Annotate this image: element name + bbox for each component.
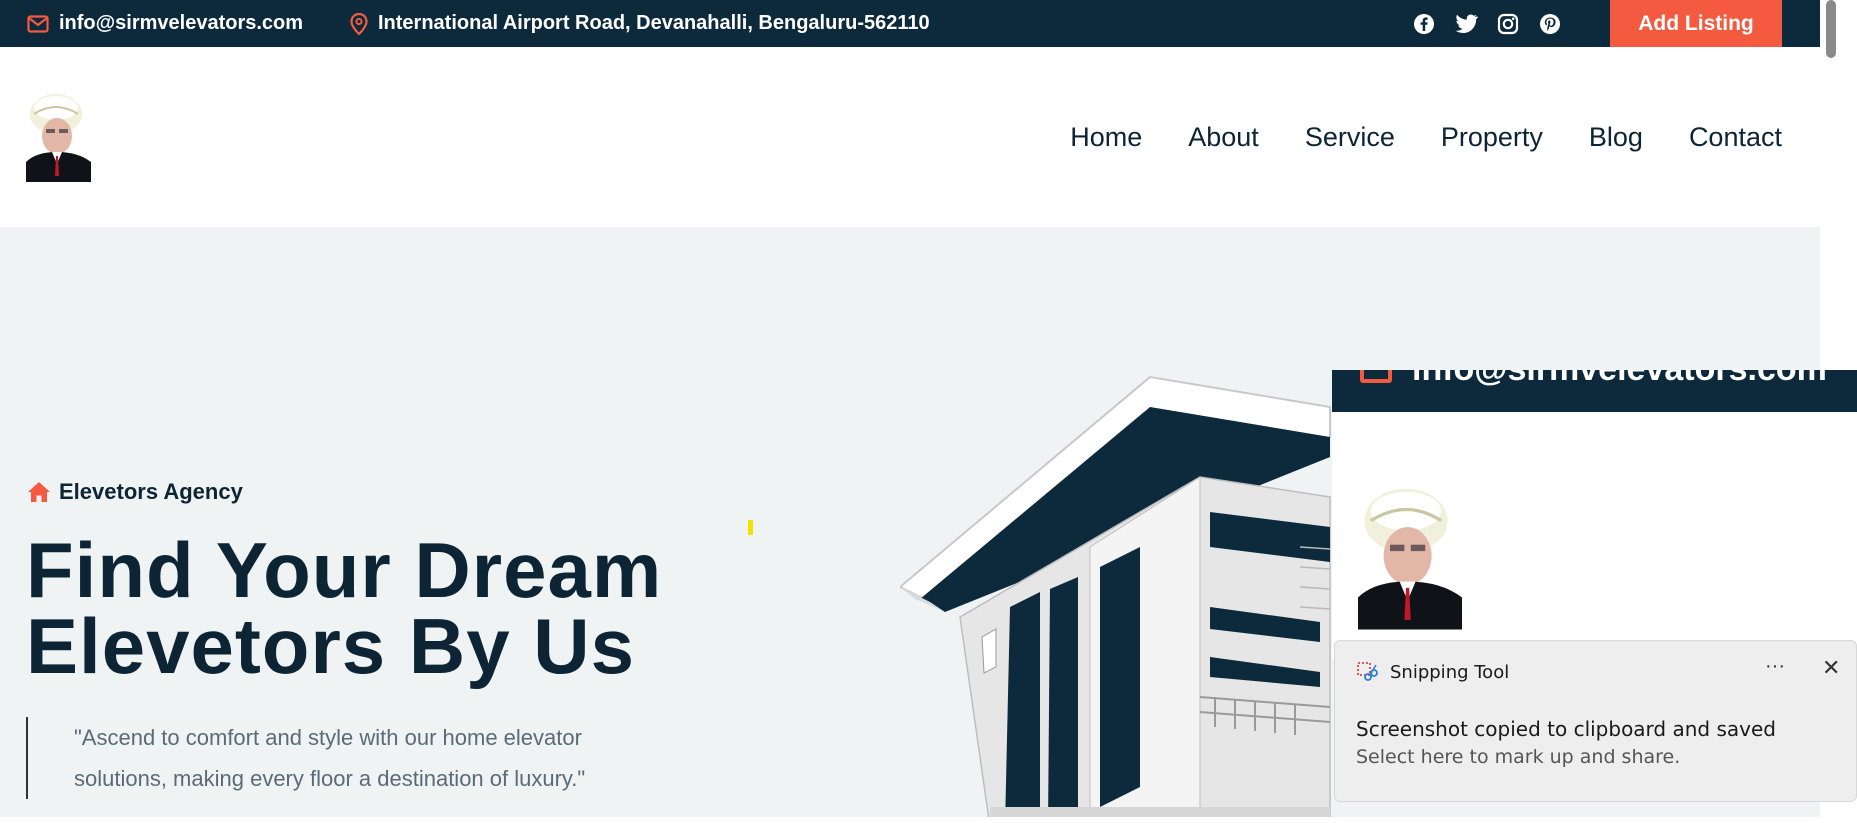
bottom-edge xyxy=(0,817,1820,823)
close-notification-button[interactable]: ✕ xyxy=(1822,655,1840,681)
email-text: info@sirmvelevators.com xyxy=(59,12,304,34)
agency-label: Elevetors Agency xyxy=(59,479,243,504)
nav-contact[interactable]: Contact xyxy=(1689,122,1782,153)
twitter-icon[interactable] xyxy=(1454,12,1478,36)
site-header: Home About Service Property Blog Contact xyxy=(0,47,1820,227)
preview-email: info@sirmvelevators.com xyxy=(1412,370,1827,389)
add-listing-button[interactable]: Add Listing xyxy=(1610,0,1782,47)
location-pin-icon xyxy=(350,12,368,35)
snipping-tool-icon xyxy=(1357,662,1378,681)
social-links xyxy=(1412,0,1562,47)
nav-blog[interactable]: Blog xyxy=(1589,122,1643,153)
site-logo[interactable] xyxy=(26,92,91,182)
hero-quote: "Ascend to comfort and style with our ho… xyxy=(26,717,666,799)
scrollbar-thumb[interactable] xyxy=(1826,0,1836,58)
notification-subtitle: Select here to mark up and share. xyxy=(1356,746,1681,768)
home-icon xyxy=(28,482,50,502)
more-options-button[interactable]: ··· xyxy=(1765,655,1785,678)
notification-app-name: Snipping Tool xyxy=(1390,661,1510,683)
mail-icon xyxy=(1360,370,1392,383)
contact-email[interactable]: info@sirmvelevators.com xyxy=(27,0,303,47)
snipping-tool-notification[interactable]: Snipping Tool ··· ✕ Screenshot copied to… xyxy=(1334,640,1857,802)
nav-property[interactable]: Property xyxy=(1441,122,1543,153)
notification-title: Screenshot copied to clipboard and saved xyxy=(1356,717,1776,741)
preview-topbar: info@sirmvelevators.com xyxy=(1332,370,1857,412)
hero-heading: Find Your Dream Elevetors By Us xyxy=(26,526,746,690)
nav-service[interactable]: Service xyxy=(1305,122,1395,153)
top-bar: info@sirmvelevators.com International Ai… xyxy=(0,0,1820,47)
nav-home[interactable]: Home xyxy=(1070,122,1142,153)
preview-logo xyxy=(1358,485,1462,630)
main-nav: Home About Service Property Blog Contact xyxy=(1070,47,1782,227)
address-text: International Airport Road, Devanahalli,… xyxy=(378,12,930,34)
snip-preview-thumbnail[interactable]: info@sirmvelevators.com xyxy=(1332,370,1857,660)
notification-header: Snipping Tool xyxy=(1356,661,1509,683)
hero-heading-line2: Elevetors By Us xyxy=(26,602,635,690)
hero-heading-line1: Find Your Dream xyxy=(26,526,663,614)
facebook-icon[interactable] xyxy=(1412,12,1436,36)
mail-icon xyxy=(27,14,49,33)
instagram-icon[interactable] xyxy=(1496,12,1520,36)
nav-about[interactable]: About xyxy=(1188,122,1259,153)
agency-tagline: Elevetors Agency xyxy=(27,479,243,505)
pinterest-icon[interactable] xyxy=(1538,12,1562,36)
contact-address: International Airport Road, Devanahalli,… xyxy=(350,0,930,47)
text-cursor-marker xyxy=(748,520,753,535)
